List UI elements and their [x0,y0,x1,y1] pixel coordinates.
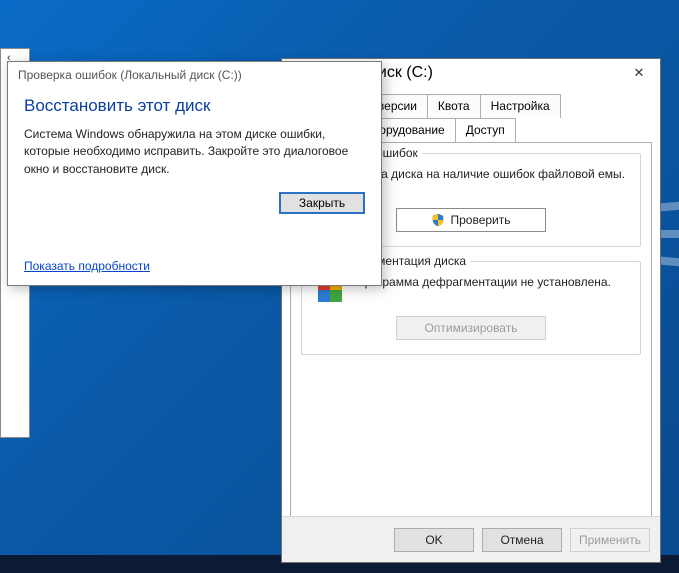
error-dialog-body: Система Windows обнаружила на этом диске… [24,126,365,178]
error-check-dialog: Проверка ошибок (Локальный диск (C:)) Во… [7,61,382,286]
optimize-button-label: Оптимизировать [425,321,518,335]
error-dialog-close-label: Закрыть [299,196,345,210]
ok-button-label: OK [425,533,442,547]
tab-quota[interactable]: Квота [427,94,481,118]
error-dialog-title: Проверка ошибок (Локальный диск (C:)) [18,68,242,82]
optimize-button: Оптимизировать [396,316,546,340]
apply-button: Применить [570,528,650,552]
properties-footer: OK Отмена Применить [282,516,660,562]
tab-sharing[interactable]: Доступ [455,118,516,143]
error-dialog-titlebar[interactable]: Проверка ошибок (Локальный диск (C:)) [8,62,381,88]
show-details-link[interactable]: Показать подробности [24,259,150,273]
uac-shield-icon [431,213,445,227]
error-dialog-close-button[interactable]: Закрыть [279,192,365,214]
apply-button-label: Применить [579,533,641,547]
cancel-button[interactable]: Отмена [482,528,562,552]
error-checking-text: верка диска на наличие ошибок файловой е… [356,166,625,198]
cancel-button-label: Отмена [500,533,543,547]
defrag-text: Программа дефрагментации не установлена. [356,274,611,306]
check-disk-button-label: Проверить [450,213,510,227]
close-button[interactable]: ✕ [618,59,660,87]
tab-customize[interactable]: Настройка [480,94,561,118]
error-dialog-heading: Восстановить этот диск [24,96,365,116]
close-icon: ✕ [634,65,645,81]
ok-button[interactable]: OK [394,528,474,552]
check-disk-button[interactable]: Проверить [396,208,546,232]
